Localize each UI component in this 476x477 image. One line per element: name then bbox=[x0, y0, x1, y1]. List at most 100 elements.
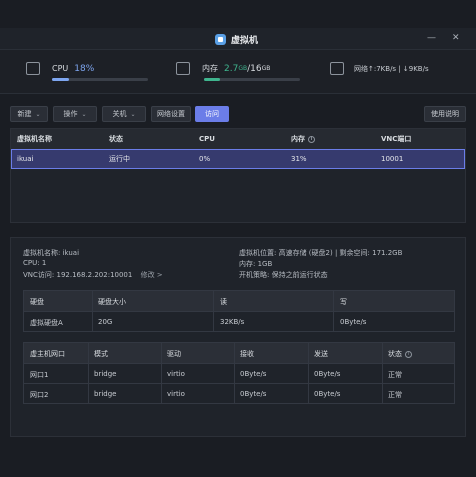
cpu-usage-bar bbox=[52, 78, 148, 81]
col-nic-status-label: 状态 bbox=[388, 350, 402, 358]
col-mode: 模式 bbox=[94, 350, 108, 358]
network-stat: 网络↑:7KB/s | ↓9KB/s bbox=[330, 62, 429, 75]
nic-name: 网口2 bbox=[30, 391, 49, 399]
vm-cpu: 0% bbox=[199, 155, 211, 163]
vm-table-header: 虚拟机名称 状态 CPU 内存 i VNC端口 bbox=[11, 129, 465, 149]
detail-name: 虚拟机名称: ikuai bbox=[23, 249, 80, 257]
network-speed: 网络↑:7KB/s | ↓9KB/s bbox=[354, 64, 429, 73]
new-button-label: 新建 bbox=[17, 110, 32, 118]
close-icon[interactable]: ✕ bbox=[452, 33, 460, 43]
col-nic: 虚主机网口 bbox=[30, 350, 65, 358]
col-disk: 硬盘 bbox=[30, 298, 44, 306]
col-memory-label: 内存 bbox=[291, 135, 305, 143]
vm-vnc-port: 10001 bbox=[381, 155, 404, 163]
info-icon[interactable]: i bbox=[405, 350, 412, 358]
nic-mode: bridge bbox=[94, 370, 117, 378]
nic-send: 0Byte/s bbox=[314, 370, 341, 378]
disk-table-header: 硬盘 硬盘大小 读 写 bbox=[24, 291, 454, 311]
operate-button-label: 操作 bbox=[63, 110, 78, 118]
toolbar: 新建 ⌄ 操作 ⌄ 关机 ⌄ 网络设置 访问 使用说明 bbox=[10, 106, 466, 122]
detail-boot-policy: 开机策略: 保持之前运行状态 bbox=[239, 271, 328, 279]
cpu-icon bbox=[26, 62, 40, 75]
disk-size: 20G bbox=[98, 318, 113, 326]
divider bbox=[213, 291, 214, 331]
detail-cpu: CPU: 1 bbox=[23, 259, 47, 267]
col-receive: 接收 bbox=[240, 350, 254, 358]
chevron-down-icon: ⌄ bbox=[35, 110, 41, 118]
memory-stat: 内存 2.7 GB / 16 GB bbox=[176, 62, 270, 75]
divider bbox=[92, 291, 93, 331]
col-driver: 驱动 bbox=[167, 350, 181, 358]
disk-write: 0Byte/s bbox=[340, 318, 367, 326]
detail-memory: 内存: 1GB bbox=[239, 260, 273, 268]
col-nic-status: 状态 i bbox=[388, 349, 412, 359]
divider bbox=[234, 343, 235, 403]
divider bbox=[88, 343, 89, 403]
memory-used-unit: GB bbox=[238, 65, 248, 72]
chevron-down-icon: ⌄ bbox=[81, 110, 87, 118]
nic-receive: 0Byte/s bbox=[240, 390, 267, 398]
col-write: 写 bbox=[340, 298, 347, 306]
memory-usage-fill bbox=[204, 78, 221, 81]
nic-driver: virtio bbox=[167, 370, 185, 378]
chevron-down-icon: ⌄ bbox=[130, 110, 136, 118]
col-cpu: CPU bbox=[199, 135, 215, 143]
resource-stats: CPU 18% 内存 2.7 GB / 16 GB 网络↑:7KB/s | ↓9… bbox=[0, 50, 476, 94]
nic-status: 正常 bbox=[388, 371, 402, 379]
cpu-value: 18% bbox=[74, 63, 95, 74]
nic-receive: 0Byte/s bbox=[240, 370, 267, 378]
col-read: 读 bbox=[220, 298, 227, 306]
operate-button[interactable]: 操作 ⌄ bbox=[53, 106, 97, 122]
window-title: 虚拟机 bbox=[215, 33, 258, 46]
vm-status: 运行中 bbox=[109, 155, 130, 163]
detail-vnc-text: VNC访问: 192.168.2.202:10001 bbox=[23, 271, 133, 279]
memory-total: 16 bbox=[250, 63, 262, 74]
nic-send: 0Byte/s bbox=[314, 390, 341, 398]
info-icon[interactable]: i bbox=[308, 135, 315, 143]
divider bbox=[308, 343, 309, 403]
col-send: 发送 bbox=[314, 350, 328, 358]
nic-table: 虚主机网口 模式 驱动 接收 发送 状态 i 网口1 bridge virtio … bbox=[23, 342, 455, 404]
cpu-label: CPU bbox=[52, 64, 69, 73]
access-button[interactable]: 访问 bbox=[195, 106, 229, 122]
edit-vnc-link[interactable]: 修改 > bbox=[141, 271, 163, 279]
title-bar: 虚拟机 — ✕ bbox=[0, 28, 476, 50]
col-vm-name: 虚拟机名称 bbox=[17, 135, 52, 143]
vm-window: 虚拟机 — ✕ CPU 18% 内存 2.7 GB / 16 GB 网络↑:7K… bbox=[0, 0, 476, 477]
table-row[interactable]: ikuai 运行中 0% 31% 10001 bbox=[11, 149, 465, 169]
network-settings-button[interactable]: 网络设置 bbox=[151, 106, 191, 122]
new-button[interactable]: 新建 ⌄ bbox=[10, 106, 48, 122]
cpu-stat: CPU 18% bbox=[26, 62, 94, 75]
vm-table: 虚拟机名称 状态 CPU 内存 i VNC端口 ikuai 运行中 0% 31% … bbox=[10, 128, 466, 223]
col-disk-size: 硬盘大小 bbox=[98, 298, 126, 306]
vm-details-panel: 虚拟机名称: ikuai CPU: 1 VNC访问: 192.168.2.202… bbox=[10, 237, 466, 437]
memory-usage-bar bbox=[204, 78, 300, 81]
shutdown-button[interactable]: 关机 ⌄ bbox=[102, 106, 146, 122]
disk-name: 虚拟硬盘A bbox=[30, 319, 63, 327]
disk-read: 32KB/s bbox=[220, 318, 245, 326]
memory-total-unit: GB bbox=[261, 65, 271, 72]
nic-name: 网口1 bbox=[30, 371, 49, 379]
shutdown-button-label: 关机 bbox=[112, 110, 127, 118]
vm-memory: 31% bbox=[291, 155, 307, 163]
divider bbox=[382, 343, 383, 403]
divider bbox=[333, 291, 334, 331]
help-button[interactable]: 使用说明 bbox=[424, 106, 466, 122]
network-icon bbox=[330, 62, 344, 75]
window-title-text: 虚拟机 bbox=[231, 36, 259, 46]
memory-icon bbox=[176, 62, 190, 75]
vm-app-icon bbox=[215, 34, 226, 45]
detail-vnc: VNC访问: 192.168.2.202:10001 修改 > bbox=[23, 270, 163, 280]
cpu-usage-fill bbox=[52, 78, 70, 81]
col-vnc-port: VNC端口 bbox=[381, 135, 412, 143]
nic-mode: bridge bbox=[94, 390, 117, 398]
col-status: 状态 bbox=[109, 135, 123, 143]
disk-table: 硬盘 硬盘大小 读 写 虚拟硬盘A 20G 32KB/s 0Byte/s bbox=[23, 290, 455, 332]
nic-driver: virtio bbox=[167, 390, 185, 398]
memory-label: 内存 bbox=[202, 64, 218, 73]
table-row: 虚拟硬盘A 20G 32KB/s 0Byte/s bbox=[24, 311, 454, 331]
col-memory: 内存 i bbox=[291, 134, 315, 144]
nic-status: 正常 bbox=[388, 391, 402, 399]
divider bbox=[161, 343, 162, 403]
minimize-icon[interactable]: — bbox=[427, 33, 436, 43]
